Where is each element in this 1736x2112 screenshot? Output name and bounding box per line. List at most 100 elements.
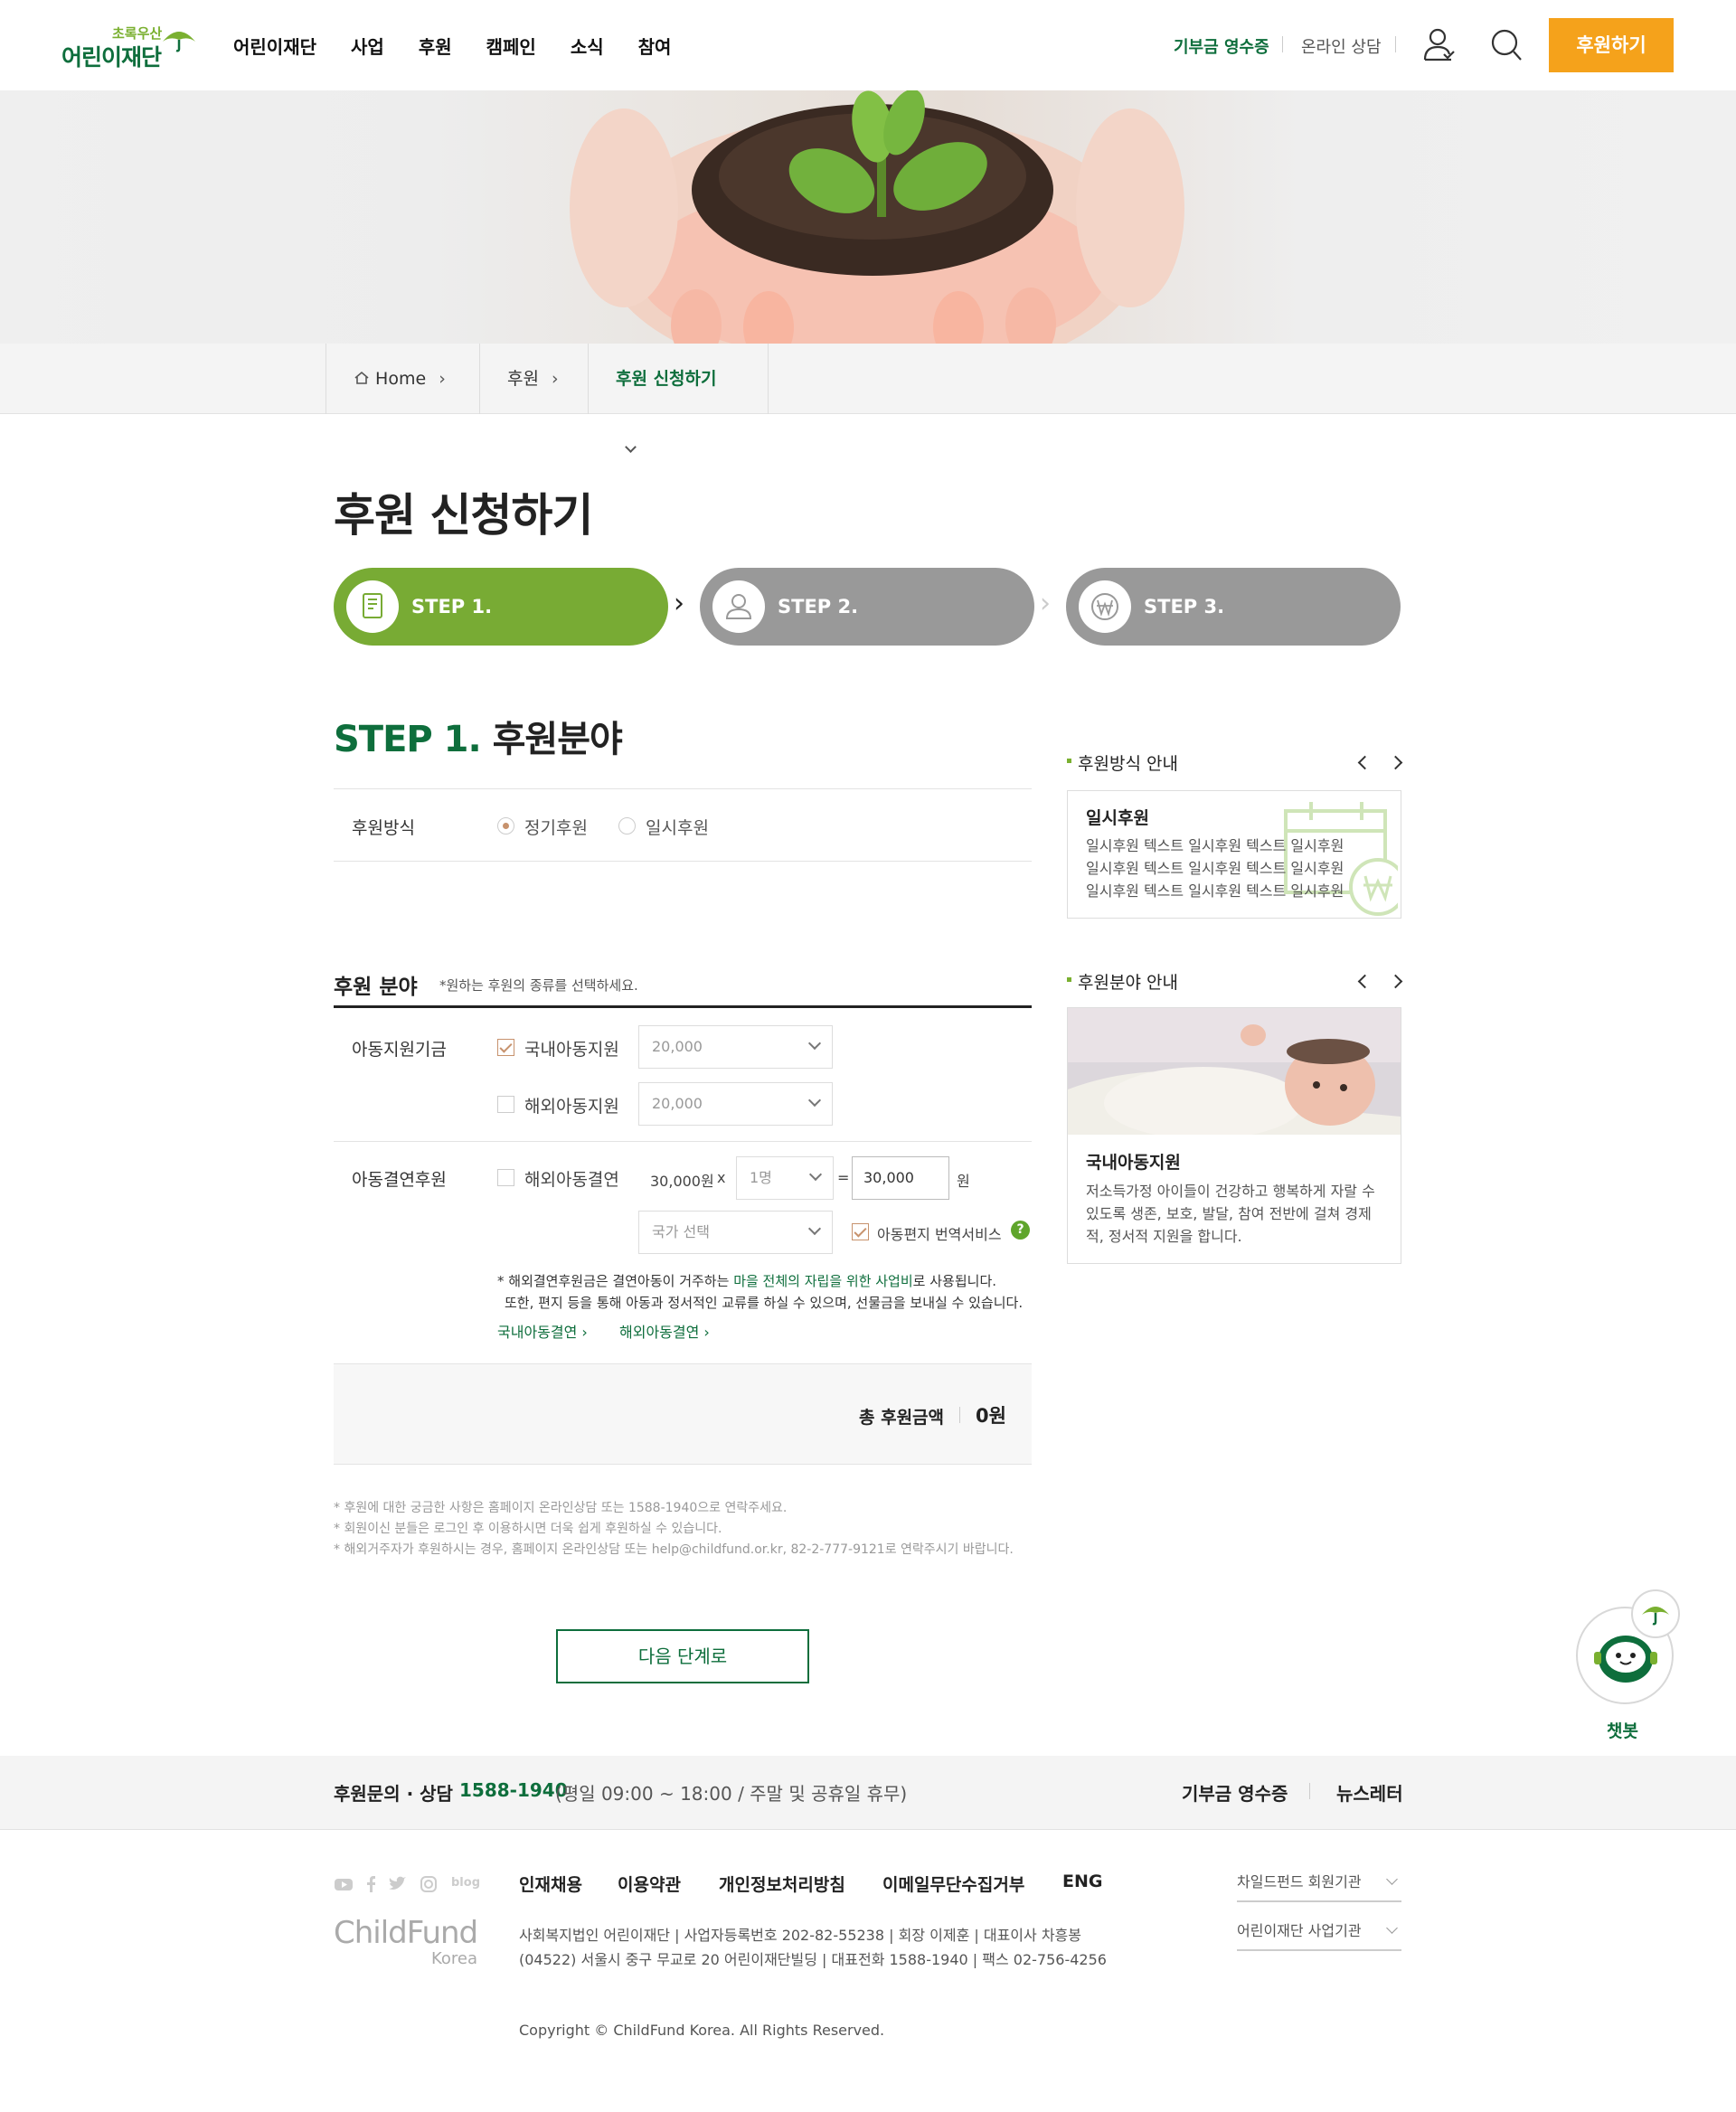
step-section-title: STEP 1. 후원분야 bbox=[334, 710, 623, 762]
field-guide-card: 국내아동지원 저소득가정 아이들이 건강하고 행복하게 자랄 수 있도록 생존,… bbox=[1067, 1007, 1401, 1264]
footer-menu-careers[interactable]: 인재채용 bbox=[519, 1872, 582, 1896]
step-1: STEP 1. bbox=[334, 568, 668, 646]
domestic-amount-select[interactable]: 20,000 bbox=[638, 1025, 833, 1069]
facebook-icon[interactable] bbox=[364, 1875, 377, 1893]
total-amount: 0원 bbox=[976, 1405, 1006, 1427]
brand-name: ChildFund bbox=[334, 1915, 478, 1951]
translation-checkbox[interactable] bbox=[852, 1223, 869, 1240]
chevron-down-icon bbox=[808, 1167, 823, 1182]
divider bbox=[334, 788, 1032, 789]
step-3-label: STEP 3. bbox=[1144, 596, 1225, 618]
receipt-link[interactable]: 기부금 영수증 bbox=[1174, 34, 1269, 58]
count-select[interactable]: 1명 bbox=[736, 1156, 834, 1200]
overseas-sponsor-label[interactable]: 해외아동결연 bbox=[524, 1166, 619, 1191]
footer-menu-terms[interactable]: 이용약관 bbox=[618, 1872, 681, 1896]
footer-receipt-link[interactable]: 기부금 영수증 bbox=[1182, 1779, 1288, 1806]
link-domestic-sponsor[interactable]: 국내아동결연 › bbox=[497, 1320, 588, 1342]
fund-label: 아동지원기금 bbox=[352, 1040, 447, 1060]
chevron-down-icon bbox=[807, 1093, 822, 1108]
sponsor-total-input[interactable]: 30,000 bbox=[852, 1156, 949, 1200]
newsletter-link[interactable]: 뉴스레터 bbox=[1336, 1779, 1403, 1806]
breadcrumb-level2[interactable]: 후원 신청하기 bbox=[588, 344, 769, 453]
domestic-checkbox[interactable] bbox=[497, 1039, 514, 1056]
overseas-sponsor-checkbox[interactable] bbox=[497, 1169, 514, 1186]
step-2: STEP 2. bbox=[700, 568, 1034, 646]
radio-onetime[interactable] bbox=[618, 817, 636, 834]
step-2-label: STEP 2. bbox=[778, 596, 859, 618]
overseas-label[interactable]: 해외아동지원 bbox=[524, 1093, 619, 1117]
donate-button[interactable]: 후원하기 bbox=[1549, 18, 1674, 72]
step-3: STEP 3. bbox=[1066, 568, 1401, 646]
nav-support[interactable]: 후원 bbox=[419, 33, 452, 59]
link-overseas-sponsor[interactable]: 해외아동결연 › bbox=[619, 1320, 710, 1342]
breadcrumb-home[interactable]: Home › bbox=[326, 344, 479, 414]
nav-news[interactable]: 소식 bbox=[571, 33, 604, 59]
chevron-right-icon[interactable] bbox=[1388, 755, 1403, 770]
chatbot-label: 챗봇 bbox=[1607, 1721, 1638, 1741]
step-section-name: 후원분야 bbox=[492, 719, 623, 760]
footer-menu-email-policy[interactable]: 이메일무단수집거부 bbox=[882, 1872, 1024, 1896]
method-card-line-3: 일시후원 텍스트 일시후원 텍스트 일시후원 bbox=[1086, 882, 1344, 900]
business-org-select[interactable]: 어린이재단 사업기관 bbox=[1237, 1919, 1401, 1951]
field-card-title: 국내아동지원 bbox=[1086, 1153, 1181, 1173]
youtube-icon[interactable] bbox=[334, 1875, 354, 1893]
method-label: 후원방식 bbox=[352, 818, 415, 838]
instagram-icon[interactable] bbox=[420, 1875, 438, 1893]
chevron-right-icon: › bbox=[581, 1324, 588, 1341]
translation-label[interactable]: 아동편지 번역서비스 bbox=[877, 1222, 1002, 1244]
nav-business[interactable]: 사업 bbox=[351, 33, 384, 59]
method-card-title: 일시후원 bbox=[1086, 808, 1149, 828]
footer-menu-eng[interactable]: ENG bbox=[1062, 1872, 1102, 1891]
sponsor-total-value: 30,000 bbox=[863, 1169, 914, 1186]
member-org-select[interactable]: 차일드펀드 회원기관 bbox=[1237, 1870, 1401, 1902]
company-info-1: 사회복지법인 어린이재단 | 사업자등록번호 202-82-55238 | 회장… bbox=[519, 1927, 1081, 1944]
chevron-down-icon bbox=[625, 441, 637, 453]
consult-link[interactable]: 온라인 상담 bbox=[1301, 34, 1382, 58]
sponsor-label: 아동결연후원 bbox=[352, 1170, 447, 1190]
logo[interactable]: 초록우산 어린이재단 bbox=[61, 24, 197, 71]
divider bbox=[334, 861, 1032, 862]
chevron-down-icon bbox=[807, 1221, 822, 1236]
radio-regular-label[interactable]: 정기후원 bbox=[524, 815, 588, 839]
field-card-line-1: 저소득가정 아이들이 건강하고 행복하게 자랄 수 bbox=[1086, 1183, 1375, 1200]
next-step-button[interactable]: 다음 단계로 bbox=[556, 1629, 809, 1683]
help-icon[interactable]: ? bbox=[1011, 1221, 1030, 1240]
footer-menu-privacy[interactable]: 개인정보처리방침 bbox=[719, 1872, 845, 1896]
total-box: 총 후원금액 0원 bbox=[334, 1363, 1032, 1465]
country-placeholder: 국가 선택 bbox=[652, 1223, 710, 1240]
field-title: 후원 분야 bbox=[334, 976, 418, 999]
domestic-label[interactable]: 국내아동지원 bbox=[524, 1036, 619, 1061]
nav-foundation[interactable]: 어린이재단 bbox=[233, 33, 316, 59]
user-icon[interactable] bbox=[1422, 27, 1457, 63]
chevron-left-icon[interactable] bbox=[1357, 974, 1373, 989]
step-3-circle bbox=[1079, 580, 1131, 633]
overseas-amount-select[interactable]: 20,000 bbox=[638, 1082, 833, 1126]
home-icon bbox=[354, 371, 369, 384]
chevron-left-icon[interactable] bbox=[1357, 755, 1373, 770]
link-overseas-label: 해외아동결연 bbox=[619, 1324, 700, 1341]
won-unit: 원 bbox=[957, 1173, 970, 1190]
overseas-checkbox[interactable] bbox=[497, 1096, 514, 1113]
nav-participate[interactable]: 참여 bbox=[638, 33, 672, 59]
breadcrumb-level1[interactable]: 후원 › bbox=[479, 344, 588, 414]
fine-print-3: * 해외거주자가 후원하시는 경우, 홈페이지 온라인상담 또는 help@ch… bbox=[334, 1542, 1014, 1557]
country-select[interactable]: 국가 선택 bbox=[638, 1211, 833, 1254]
copyright: Copyright © ChildFund Korea. All Rights … bbox=[519, 2022, 885, 2039]
breadcrumb-home-label: Home bbox=[375, 369, 427, 389]
twitter-icon[interactable] bbox=[387, 1875, 407, 1893]
nav-campaign[interactable]: 캠페인 bbox=[486, 33, 536, 59]
radio-onetime-label[interactable]: 일시후원 bbox=[646, 815, 709, 839]
method-card-line-1: 일시후원 텍스트 일시후원 텍스트 일시후원 bbox=[1086, 837, 1344, 854]
blog-link[interactable]: blog bbox=[451, 1876, 480, 1890]
search-icon[interactable] bbox=[1489, 27, 1524, 63]
contact-label: 후원문의 · 상담 bbox=[334, 1783, 453, 1805]
chevron-right-icon[interactable] bbox=[1388, 974, 1403, 989]
page-title: 후원 신청하기 bbox=[334, 489, 593, 542]
radio-regular[interactable] bbox=[497, 817, 514, 834]
fine-print-2: * 회원이신 분들은 로그인 후 이용하시면 더욱 쉽게 후원하실 수 있습니다… bbox=[334, 1522, 722, 1536]
chevron-right-icon: › bbox=[439, 369, 446, 389]
hero-banner bbox=[0, 90, 1736, 344]
brand-sub: Korea bbox=[431, 1949, 478, 1968]
business-org-label: 어린이재단 사업기관 bbox=[1237, 1922, 1362, 1939]
chevron-right-icon: › bbox=[703, 1324, 710, 1341]
